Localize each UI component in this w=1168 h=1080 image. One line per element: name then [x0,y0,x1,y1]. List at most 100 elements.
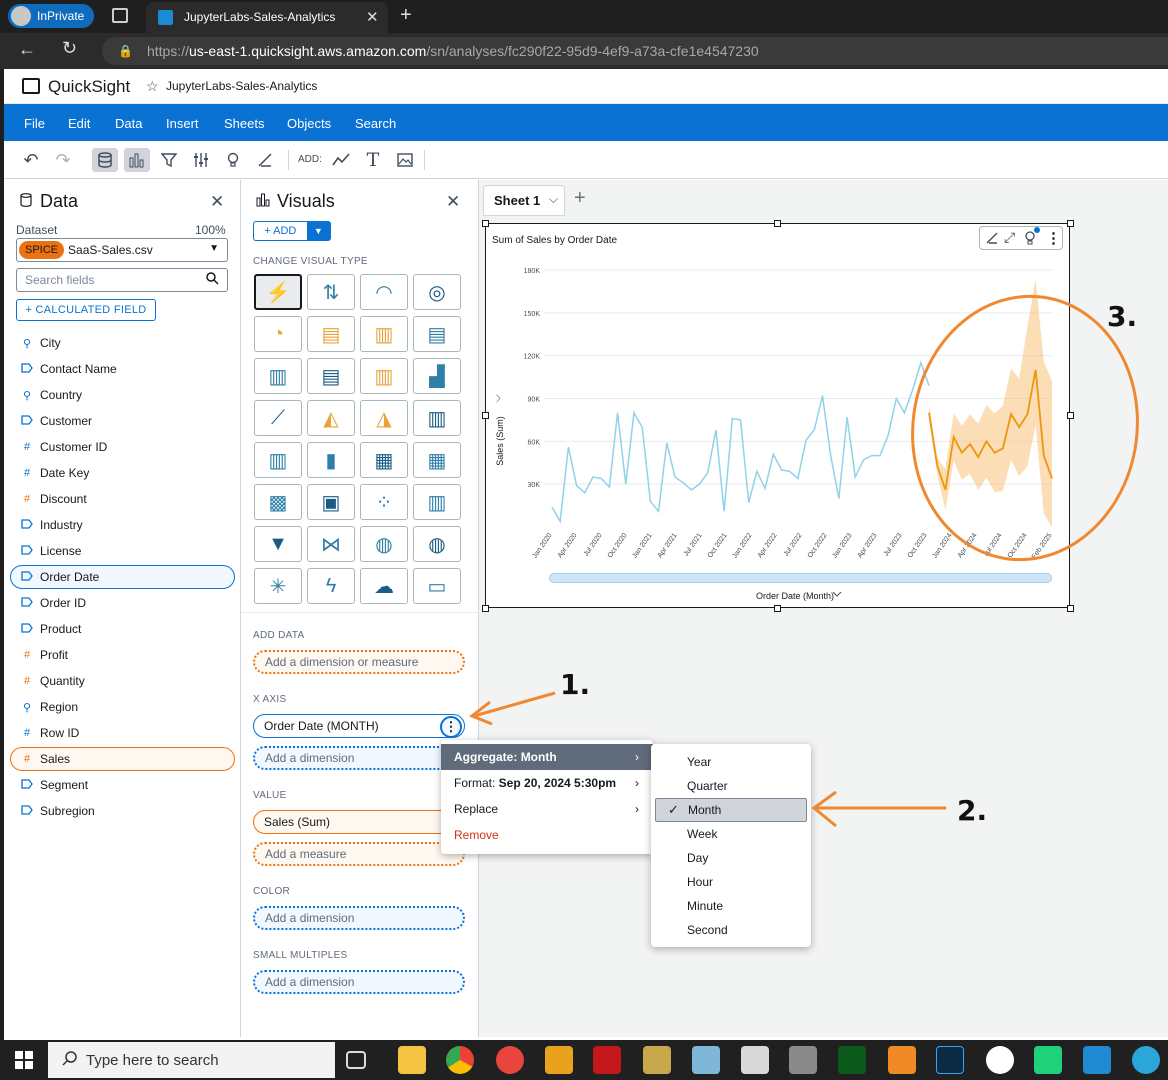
calculated-field-button[interactable]: + CALCULATED FIELD [16,299,156,321]
field-item[interactable]: # Sales [20,749,70,769]
field-item[interactable]: Contact Name [20,359,117,379]
field-options-icon[interactable]: ⋮ [440,716,462,738]
field-item[interactable]: # Quantity [20,671,85,691]
inprivate-badge[interactable]: InPrivate [8,4,94,28]
chrome-icon[interactable] [446,1046,474,1074]
refresh-icon[interactable]: ↻ [62,38,77,59]
parameters-icon[interactable] [188,148,214,172]
sheet-tab[interactable]: Sheet 1 ⌵ [483,185,565,216]
windows-start-icon[interactable] [15,1051,33,1074]
stacked-horizontal-bar-visual-icon[interactable]: ▤ [413,316,461,352]
undo-icon[interactable]: ↶ [18,148,44,172]
aggregate-option-quarter[interactable]: Quarter [651,774,811,798]
add-text-icon[interactable]: T [360,148,386,172]
aggregate-menu-item[interactable]: Aggregate: Month › [441,744,653,770]
heat-map-visual-icon[interactable]: ▩ [254,484,302,520]
menu-file[interactable]: File [24,116,45,131]
area-visual-icon[interactable]: ◭ [307,400,355,436]
add-sheet-icon[interactable]: + [574,187,586,210]
field-item[interactable]: Industry [20,515,83,535]
app-s-icon[interactable] [545,1046,573,1074]
aggregate-option-month[interactable]: ✓ Month [655,798,807,822]
close-data-panel-icon[interactable]: ✕ [210,192,224,212]
remove-menu-item[interactable]: Remove [441,823,653,847]
field-item[interactable]: Order ID [20,593,86,613]
calculator-icon[interactable] [789,1046,817,1074]
gauge-visual-icon[interactable]: ◠ [360,274,408,310]
pie-visual-icon[interactable]: ◔ [254,316,302,352]
combo-stacked-bar-line-visual-icon[interactable]: ▥ [254,442,302,478]
small-multiples-well[interactable]: Add a dimension [253,970,465,994]
aggregate-option-week[interactable]: Week [651,822,811,846]
box-plot-visual-icon[interactable]: ▮ [307,442,355,478]
tree-map-visual-icon[interactable]: ▣ [307,484,355,520]
menu-sheets[interactable]: Sheets [224,116,264,131]
aggregate-option-day[interactable]: Day [651,846,811,870]
menu-search[interactable]: Search [355,116,396,131]
task-view-icon[interactable] [346,1051,366,1069]
favorite-star-icon[interactable]: ☆ [146,78,159,95]
close-visuals-panel-icon[interactable]: ✕ [446,192,460,212]
field-item[interactable]: # Row ID [20,723,79,743]
field-item[interactable]: ⚲ Country [20,385,82,405]
app-book-icon[interactable] [643,1046,671,1074]
close-tab-icon[interactable]: ✕ [366,8,379,26]
stacked-area-visual-icon[interactable]: ◮ [360,400,408,436]
kpi-visual-icon[interactable]: ⇅ [307,274,355,310]
value-field-well[interactable]: Sales (Sum) [253,810,465,834]
visuals-pane-icon[interactable] [124,148,150,172]
themes-icon[interactable] [252,148,278,172]
edge-icon[interactable] [1132,1046,1160,1074]
new-tab-icon[interactable]: + [400,4,412,27]
insight-visual-icon[interactable]: ϟ [307,568,355,604]
replace-menu-item[interactable]: Replace › [441,797,653,821]
combo-bar-line-visual-icon[interactable]: ▥ [413,400,461,436]
add-image-icon[interactable] [392,148,418,172]
points-on-map-visual-icon[interactable]: ◍ [413,526,461,562]
donut-visual-icon[interactable]: ◎ [413,274,461,310]
taskbar-search-box[interactable]: Type here to search [48,1042,335,1078]
stacked-100-vertical-bar-visual-icon[interactable]: ▥ [360,358,408,394]
table-visual-icon[interactable]: ▦ [413,442,461,478]
add-dim-or-measure-well[interactable]: Add a dimension or measure [253,650,465,674]
menu-objects[interactable]: Objects [287,116,331,131]
field-item[interactable]: Customer [20,411,92,431]
search-fields-input[interactable]: Search fields [16,268,228,292]
insights-icon[interactable] [220,148,246,172]
fl-studio-icon[interactable] [888,1046,916,1074]
radar-visual-icon[interactable]: ✳ [254,568,302,604]
back-icon[interactable]: ← [18,39,36,60]
field-item[interactable]: # Profit [20,645,68,665]
waterfall-visual-icon[interactable]: ▟ [413,358,461,394]
app-pin-icon[interactable] [986,1046,1014,1074]
redo-icon[interactable]: ↷ [50,148,76,172]
field-item[interactable]: # Discount [20,489,87,509]
menu-edit[interactable]: Edit [68,116,90,131]
analysis-title[interactable]: JupyterLabs-Sales-Analytics [166,79,317,93]
photoshop-icon[interactable] [936,1046,964,1074]
aggregate-option-hour[interactable]: Hour [651,870,811,894]
x-axis-field-well[interactable]: Order Date (MONTH) ⋮ [253,714,465,738]
field-item[interactable]: # Date Key [20,463,89,483]
add-visual-button[interactable]: + ADD ▼ [253,221,331,241]
stacked-100-horizontal-bar-visual-icon[interactable]: ▤ [307,358,355,394]
aggregate-option-year[interactable]: Year [651,750,811,774]
field-item[interactable]: Segment [20,775,88,795]
scatter-visual-icon[interactable]: ⁘ [360,484,408,520]
menu-data[interactable]: Data [115,116,142,131]
music-app-icon[interactable] [838,1046,866,1074]
data-pane-icon[interactable] [92,148,118,172]
field-item[interactable]: # Customer ID [20,437,107,457]
menu-insert[interactable]: Insert [166,116,199,131]
y-axis-collapse-icon[interactable]: ⌵ [492,394,505,402]
field-item[interactable]: ⚲ City [20,333,61,353]
app-d-icon[interactable] [496,1046,524,1074]
custom-visual-visual-icon[interactable]: ▭ [413,568,461,604]
field-item[interactable]: Subregion [20,801,95,821]
field-item[interactable]: License [20,541,81,561]
funnel-visual-icon[interactable]: ▼ [254,526,302,562]
histogram-visual-icon[interactable]: ▥ [413,484,461,520]
field-item[interactable]: Order Date [20,567,99,587]
color-well[interactable]: Add a dimension [253,906,465,930]
dataset-select[interactable]: SPICE SaaS-Sales.csv ▼ [16,238,228,262]
